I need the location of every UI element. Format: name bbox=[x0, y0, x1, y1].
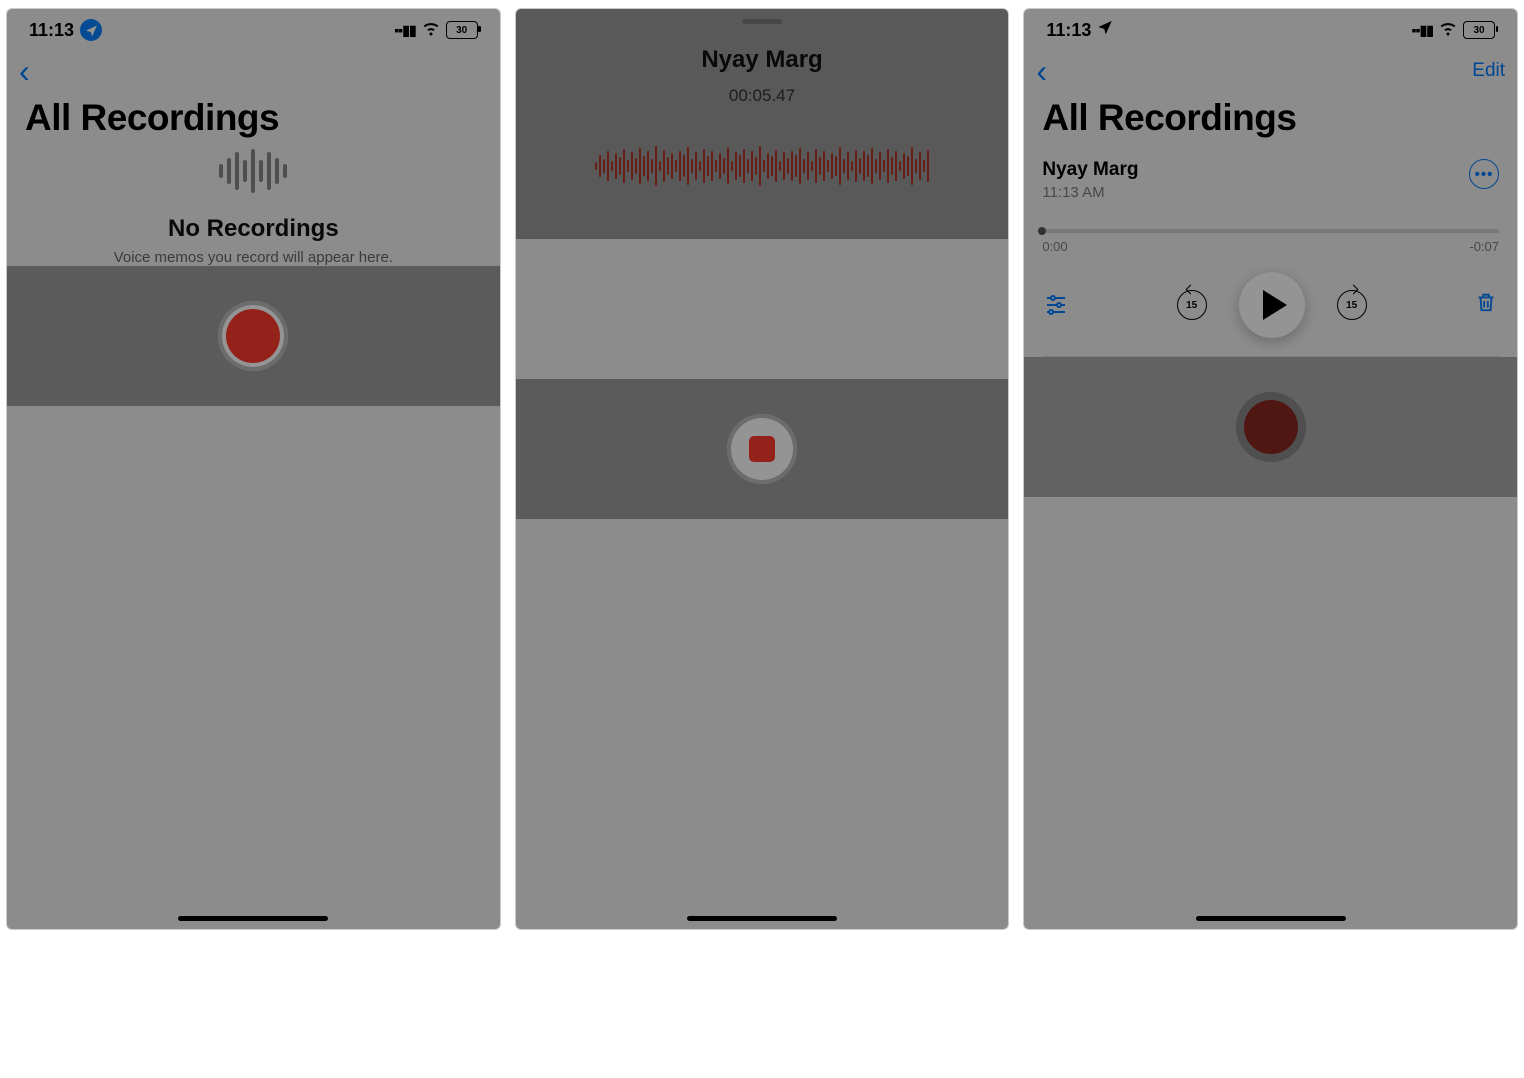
status-time: 11:13 bbox=[1046, 20, 1091, 41]
record-tray bbox=[7, 266, 500, 406]
playback-settings-button[interactable] bbox=[1044, 291, 1068, 320]
back-button[interactable]: ‹ bbox=[1036, 55, 1047, 87]
edit-button[interactable]: Edit bbox=[1472, 60, 1505, 82]
record-tray bbox=[516, 379, 1009, 519]
waveform-icon bbox=[219, 149, 287, 193]
recording-sheet[interactable]: Nyay Marg 00:05.47 bbox=[516, 9, 1009, 239]
wifi-icon bbox=[422, 19, 440, 42]
scrubber-knob[interactable] bbox=[1038, 227, 1046, 235]
panel-2-recording-in-progress: 11:13 ▪▪▮▮ 30 ‹ All Recordings Nyay Marg… bbox=[515, 8, 1010, 930]
recording-title: Nyay Marg bbox=[1042, 159, 1138, 181]
back-button[interactable]: ‹ bbox=[19, 55, 30, 87]
recording-list-item[interactable]: Nyay Marg 11:13 AM ••• 0:00 -0:07 bbox=[1024, 149, 1517, 356]
stop-record-button[interactable] bbox=[727, 414, 797, 484]
location-active-icon bbox=[80, 19, 102, 41]
delete-button[interactable] bbox=[1475, 290, 1497, 321]
home-indicator[interactable] bbox=[1196, 916, 1346, 921]
page-title: All Recordings bbox=[7, 91, 500, 149]
home-indicator[interactable] bbox=[687, 916, 837, 921]
panel-3-playback: 11:13 ▪▪▮▮ 30 ‹ Edit All Recordings Nyay… bbox=[1023, 8, 1518, 930]
page-title: All Recordings bbox=[1024, 91, 1517, 149]
sheet-drag-handle[interactable] bbox=[742, 19, 782, 24]
status-bar: 11:13 ▪▪▮▮ 30 bbox=[1024, 9, 1517, 51]
recording-timestamp: 11:13 AM bbox=[1042, 184, 1138, 201]
status-time: 11:13 bbox=[29, 20, 74, 41]
play-icon bbox=[1263, 290, 1287, 320]
recording-elapsed-time: 00:05.47 bbox=[729, 86, 795, 106]
location-icon bbox=[1097, 19, 1113, 40]
cellular-signal-icon: ▪▪▮▮ bbox=[1412, 22, 1433, 39]
skip-back-15-button[interactable]: 15 bbox=[1177, 290, 1207, 320]
battery-icon: 30 bbox=[446, 21, 478, 39]
scrubber-track[interactable] bbox=[1042, 229, 1499, 233]
cellular-signal-icon: ▪▪▮▮ bbox=[394, 22, 415, 39]
battery-icon: 30 bbox=[1463, 21, 1495, 39]
remaining-time: -0:07 bbox=[1469, 239, 1499, 254]
record-button[interactable] bbox=[1236, 392, 1306, 462]
empty-subtitle: Voice memos you record will appear here. bbox=[114, 249, 393, 266]
record-button[interactable] bbox=[218, 301, 288, 371]
empty-title: No Recordings bbox=[168, 215, 339, 243]
status-bar: 11:13 ▪▪▮▮ 30 bbox=[7, 9, 500, 51]
wifi-icon bbox=[1439, 19, 1457, 42]
live-waveform bbox=[515, 136, 1010, 196]
recording-name: Nyay Marg bbox=[701, 46, 822, 74]
elapsed-time: 0:00 bbox=[1042, 239, 1067, 254]
panel-1-no-recordings: 11:13 ▪▪▮▮ 30 ‹ All Recordings No Reco bbox=[6, 8, 501, 930]
more-options-button[interactable]: ••• bbox=[1469, 159, 1499, 189]
empty-state: No Recordings Voice memos you record wil… bbox=[7, 149, 500, 266]
skip-forward-15-button[interactable]: 15 bbox=[1337, 290, 1367, 320]
record-tray bbox=[1024, 357, 1517, 497]
home-indicator[interactable] bbox=[178, 916, 328, 921]
play-button[interactable] bbox=[1239, 272, 1305, 338]
